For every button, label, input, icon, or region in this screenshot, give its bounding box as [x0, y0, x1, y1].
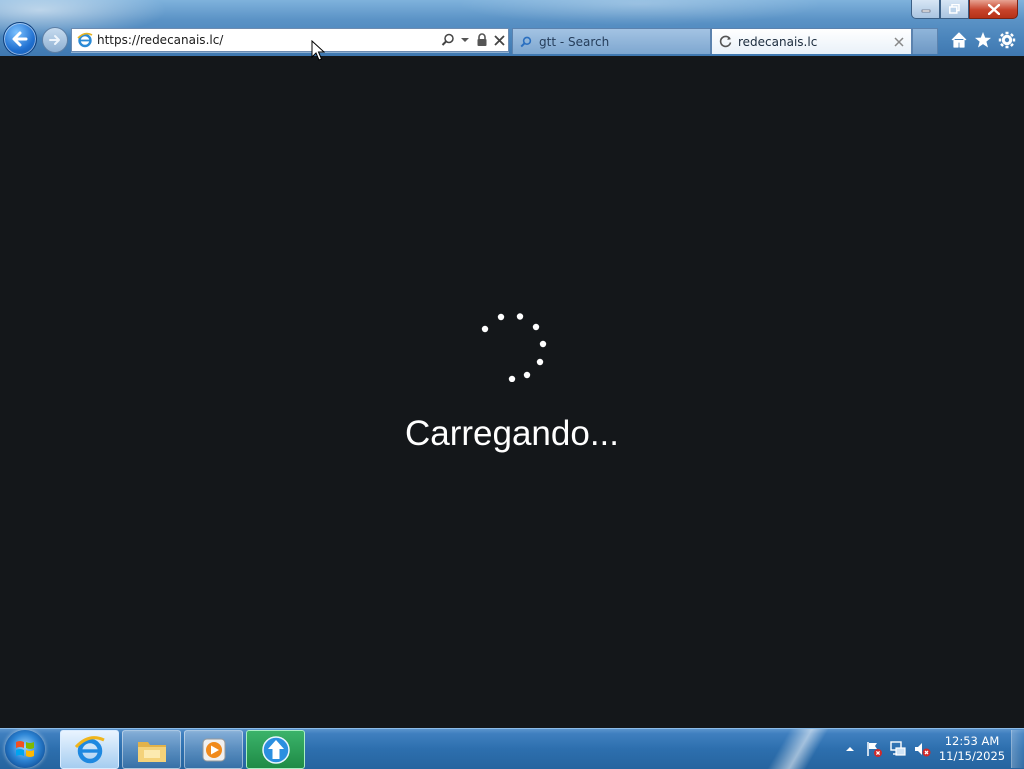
system-clock[interactable]: 12:53 AM 11/15/2025 — [937, 734, 1007, 764]
window-controls — [911, 0, 1018, 19]
close-window-button[interactable] — [969, 0, 1018, 19]
back-arrow-icon — [12, 31, 28, 47]
taskbar-update-app[interactable] — [246, 730, 305, 769]
upload-arrow-icon — [261, 735, 290, 764]
volume-muted-icon[interactable] — [911, 738, 933, 760]
media-player-icon — [202, 738, 225, 761]
favorites-star-icon — [975, 32, 991, 48]
minimize-button[interactable] — [911, 0, 940, 19]
home-icon — [951, 32, 967, 48]
clock-time: 12:53 AM — [944, 734, 1000, 748]
minimize-icon — [921, 9, 930, 13]
clock-date: 11/15/2025 — [938, 749, 1006, 763]
tab-redecanais[interactable]: redecanais.lc — [711, 28, 912, 54]
tools-gear-icon — [998, 31, 1016, 49]
windows-start-icon — [16, 741, 34, 757]
loading-icon — [718, 35, 732, 49]
web-page-content: Carregando... — [0, 56, 1024, 728]
stop-icon[interactable] — [491, 31, 507, 49]
close-icon — [987, 3, 1000, 15]
tab-label: gtt - Search — [539, 34, 610, 49]
system-tray: 12:53 AM 11/15/2025 — [837, 729, 1024, 769]
action-center-flag-icon[interactable] — [863, 738, 885, 760]
home-button[interactable] — [949, 30, 969, 50]
forward-arrow-icon — [49, 35, 60, 45]
address-bar[interactable]: https://redecanais.lc/ — [71, 28, 509, 52]
show-hidden-icons-arrow[interactable] — [839, 738, 861, 760]
restore-icon — [949, 4, 960, 14]
tab-gtt-search[interactable]: gtt - Search — [512, 28, 711, 54]
taskbar-media-player[interactable] — [184, 730, 243, 769]
network-icon[interactable] — [887, 738, 909, 760]
close-icon — [894, 36, 904, 47]
new-tab-button[interactable] — [912, 28, 938, 54]
loading-spinner-icon — [481, 313, 547, 382]
start-button[interactable] — [5, 730, 45, 768]
forward-button[interactable] — [42, 27, 68, 53]
ie-icon — [74, 735, 105, 763]
ie-page-icon — [76, 31, 94, 49]
favorites-button[interactable] — [973, 30, 993, 50]
lock-icon[interactable] — [474, 31, 490, 49]
show-desktop-button[interactable] — [1011, 730, 1024, 768]
loading-text: Carregando... — [404, 414, 620, 453]
tab-label: redecanais.lc — [738, 34, 818, 49]
tab-close-button[interactable] — [891, 34, 907, 50]
search-icon[interactable] — [440, 31, 456, 49]
folder-icon — [137, 741, 166, 762]
browser-chrome: https://redecanais.lc/ gtt - Search rede… — [0, 0, 1024, 56]
address-url[interactable]: https://redecanais.lc/ — [97, 33, 440, 47]
tools-button[interactable] — [997, 30, 1017, 50]
taskbar-internet-explorer[interactable] — [60, 730, 119, 769]
dropdown-icon[interactable] — [457, 31, 473, 49]
taskbar: 12:53 AM 11/15/2025 — [0, 728, 1024, 769]
mouse-cursor-icon — [311, 40, 325, 61]
restore-button[interactable] — [940, 0, 969, 19]
search-icon — [519, 35, 533, 49]
back-button[interactable] — [3, 22, 37, 56]
taskbar-file-explorer[interactable] — [122, 730, 181, 769]
